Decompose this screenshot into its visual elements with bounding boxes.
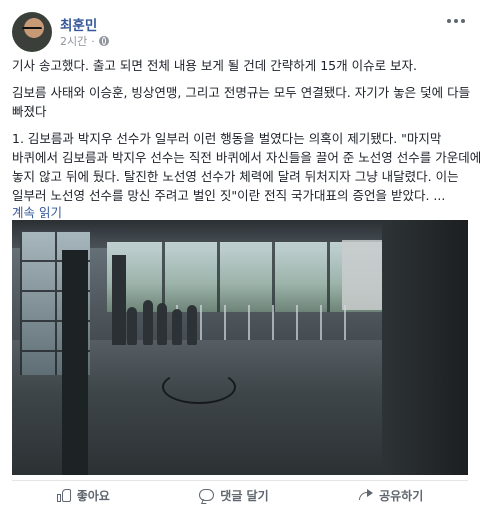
paragraph: 1. 김보름과 박지우 선수가 일부러 이런 행동을 벌였다는 의혹이 제기됐다… [12,131,480,220]
share-icon [358,489,374,501]
paragraph: 기사 송고했다. 출고 되면 전체 내용 보게 될 건데 간략하게 15개 이슈… [12,58,418,73]
like-button[interactable]: 좋아요 [56,487,110,504]
post-photo[interactable] [12,220,468,475]
avatar-glasses [22,27,42,34]
photo-pillar [62,250,88,475]
paragraph: 김보름 사태와 이승훈, 빙상연맹, 그리고 전명규는 모두 연결됐다. 자기가… [12,85,471,119]
photo-people [117,285,337,345]
author-name[interactable]: 최훈민 [60,14,97,34]
post-body: 기사 송고했다. 출고 되면 전체 내용 보게 될 건데 간략하게 15개 이슈… [12,56,480,230]
post-meta: 2시간 · [60,33,109,49]
comment-icon [199,489,215,501]
action-bar: 좋아요 댓글 달기 공유하기 [12,480,468,509]
facebook-post: 최훈민 2시간 · 기사 송고했다. 출고 되면 전체 내용 보게 될 건데 간… [0,0,480,512]
comment-button[interactable]: 댓글 달기 [199,487,269,504]
share-button[interactable]: 공유하기 [358,487,423,504]
like-icon [56,488,71,502]
globe-icon[interactable] [98,36,109,46]
avatar[interactable] [12,12,52,52]
more-options-icon[interactable] [444,14,468,28]
post-time[interactable]: 2시간 [60,33,87,49]
